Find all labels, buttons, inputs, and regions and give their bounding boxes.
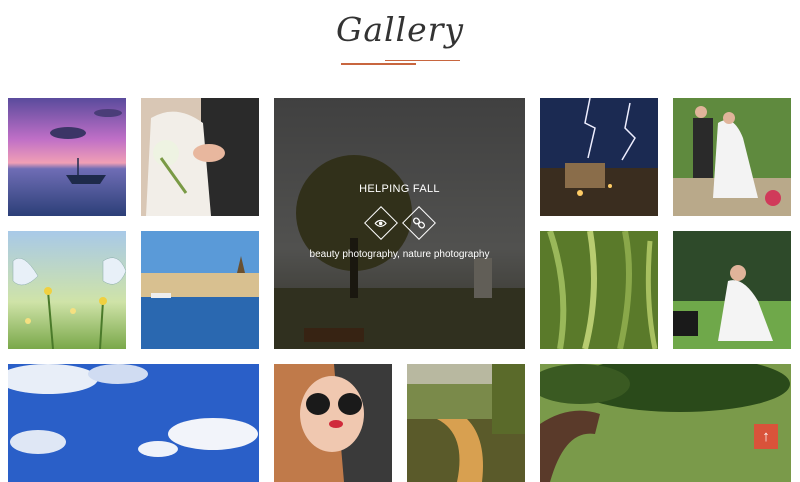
lightning-image bbox=[540, 98, 658, 216]
gallery-item-butterflies[interactable] bbox=[8, 231, 126, 349]
eye-icon bbox=[374, 219, 387, 228]
featured-title: HELPING FALL bbox=[359, 183, 440, 195]
gallery-item-bride-groom[interactable] bbox=[141, 98, 259, 216]
title-underline-thin bbox=[385, 60, 460, 61]
page-title: Gallery bbox=[335, 10, 465, 49]
arrow-up-icon: ↑ bbox=[762, 428, 770, 445]
woman-sunglasses-image bbox=[274, 364, 392, 482]
blue-sky-image bbox=[8, 364, 259, 482]
gallery-item-woman-sunglasses[interactable] bbox=[274, 364, 392, 482]
featured-categories: beauty photography, nature photography bbox=[309, 249, 490, 260]
butterflies-image bbox=[8, 231, 126, 349]
misty-stream-image bbox=[407, 364, 525, 482]
bride-lawn-image bbox=[673, 231, 791, 349]
bride-groom-image bbox=[141, 98, 259, 216]
lake-boat-image bbox=[8, 98, 126, 216]
gallery-item-bride-lawn[interactable] bbox=[673, 231, 791, 349]
gallery-item-wedding-garden[interactable] bbox=[673, 98, 791, 216]
title-underline bbox=[341, 63, 416, 65]
link-button[interactable] bbox=[401, 206, 436, 240]
gallery-item-featured[interactable]: HELPING FALL beauty photography, nature … bbox=[274, 98, 525, 349]
gallery-item-blue-sky[interactable] bbox=[8, 364, 259, 482]
featured-overlay: HELPING FALL beauty photography, nature … bbox=[274, 98, 525, 349]
harbor-image bbox=[141, 231, 259, 349]
gallery-item-lightning[interactable] bbox=[540, 98, 658, 216]
link-icon bbox=[412, 217, 425, 229]
featured-actions bbox=[363, 206, 436, 240]
scroll-top-button[interactable]: ↑ bbox=[754, 424, 778, 449]
wedding-garden-image bbox=[673, 98, 791, 216]
gallery-item-harbor[interactable] bbox=[141, 231, 259, 349]
gallery-item-wheat[interactable] bbox=[540, 231, 658, 349]
gallery-item-lake-boat[interactable] bbox=[8, 98, 126, 216]
bonsai-image bbox=[540, 364, 791, 482]
view-button[interactable] bbox=[363, 206, 398, 240]
wheat-image bbox=[540, 231, 658, 349]
gallery-item-misty-stream[interactable] bbox=[407, 364, 525, 482]
gallery-item-bonsai[interactable] bbox=[540, 364, 791, 482]
